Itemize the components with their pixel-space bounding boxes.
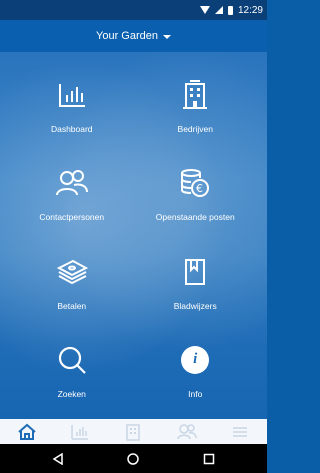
people-icon xyxy=(55,166,89,200)
svg-text:€: € xyxy=(196,182,203,195)
tab-dashboard[interactable] xyxy=(65,421,95,443)
home-circle-icon xyxy=(127,452,140,465)
menu-item-label: Bedrijven xyxy=(177,124,213,135)
info-glyph: i xyxy=(181,345,210,374)
search-icon xyxy=(55,343,89,377)
menu-item-bladwijzers[interactable]: Bladwijzers xyxy=(134,239,258,327)
app-bar: Your Garden xyxy=(0,20,267,52)
recents-square-icon xyxy=(203,453,215,464)
system-navigation-bar xyxy=(0,444,267,473)
menu-item-label: Dashboard xyxy=(50,124,93,135)
menu-item-label: Zoeken xyxy=(57,388,86,399)
tab-bedrijven[interactable] xyxy=(118,421,148,443)
battery-icon xyxy=(227,5,233,15)
coins-euro-icon: € xyxy=(178,166,212,200)
signal-icon xyxy=(214,6,223,14)
bottom-tab-bar xyxy=(0,419,267,444)
tab-home[interactable] xyxy=(12,421,42,443)
menu-item-zoeken[interactable]: Zoeken xyxy=(10,327,134,415)
menu-item-info[interactable]: i Info xyxy=(134,327,258,415)
people-icon xyxy=(177,423,197,439)
menu-item-contactpersonen[interactable]: Contactpersonen xyxy=(10,150,134,238)
bookmark-icon xyxy=(178,255,212,289)
menu-item-label: Contactpersonen xyxy=(39,212,105,223)
menu-item-label: Openstaande posten xyxy=(155,212,235,223)
nav-back-button[interactable] xyxy=(43,447,73,471)
info-icon: i xyxy=(178,343,212,377)
menu-item-dashboard[interactable]: Dashboard xyxy=(10,62,134,150)
building-icon xyxy=(178,78,212,112)
tab-menu[interactable] xyxy=(225,421,255,443)
menu-item-label: Betalen xyxy=(57,300,87,311)
menu-item-label: Bladwijzers xyxy=(173,300,217,311)
hamburger-icon xyxy=(233,426,248,437)
nav-recents-button[interactable] xyxy=(194,447,224,471)
menu-item-bedrijven[interactable]: Bedrijven xyxy=(134,62,258,150)
building-icon xyxy=(126,423,141,441)
caret-down-icon xyxy=(162,35,171,39)
back-triangle-icon xyxy=(52,452,63,465)
app-title: Your Garden xyxy=(96,30,158,42)
status-time: 12:29 xyxy=(237,4,263,16)
wifi-icon xyxy=(199,6,210,14)
main-menu-grid: Dashboard Bedrijven Contactpersonen € Op… xyxy=(0,52,267,419)
nav-home-button[interactable] xyxy=(118,447,148,471)
status-bar: 12:29 xyxy=(0,0,267,20)
menu-item-label: Info xyxy=(188,388,203,399)
bar-chart-icon xyxy=(55,78,89,112)
garden-selector[interactable]: Your Garden xyxy=(96,30,171,42)
home-icon xyxy=(18,423,36,440)
menu-item-openstaande-posten[interactable]: € Openstaande posten xyxy=(134,150,258,238)
bar-chart-icon xyxy=(71,424,89,440)
tab-contactpersonen[interactable] xyxy=(172,421,202,443)
money-stack-icon xyxy=(55,255,89,289)
menu-item-betalen[interactable]: Betalen xyxy=(10,239,134,327)
